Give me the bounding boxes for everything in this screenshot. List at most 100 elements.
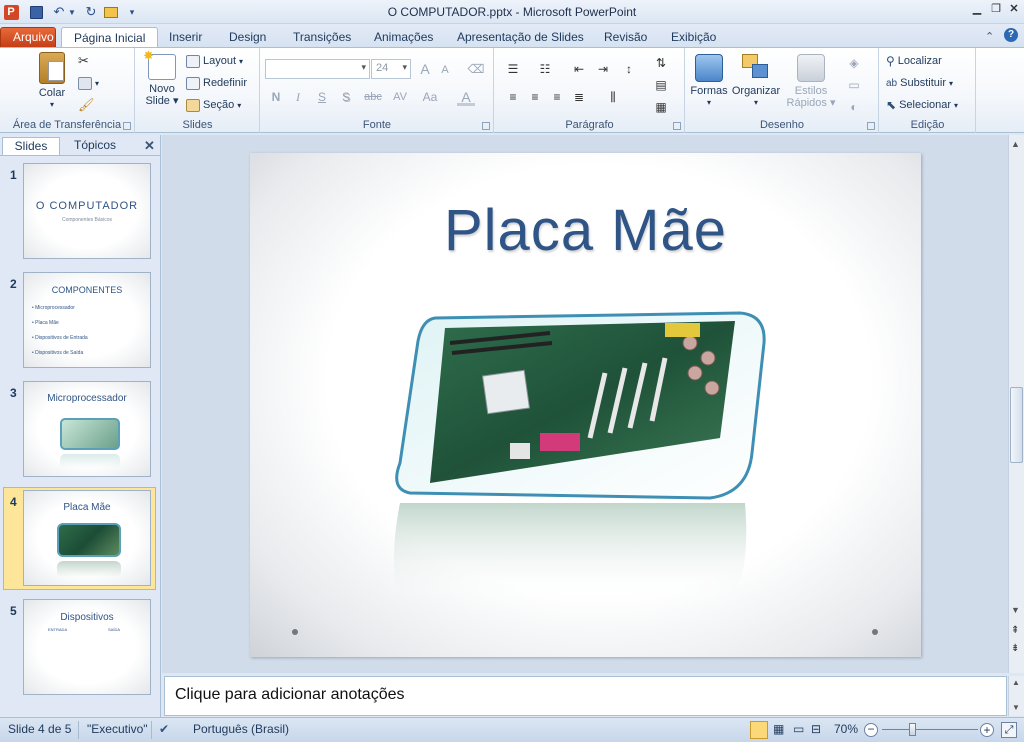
slides-panel: Slides Tópicos ✕ 1 O COMPUTADOR Componen… xyxy=(0,135,161,717)
layout-button[interactable]: Layout ▾ xyxy=(186,52,243,70)
notes-scrollbar[interactable]: ▲ ▼ xyxy=(1008,676,1024,716)
slide-title[interactable]: Placa Mãe xyxy=(250,197,921,264)
minimize-ribbon-icon[interactable]: ⌃ xyxy=(985,30,994,43)
align-text-icon[interactable]: ▤ xyxy=(651,76,671,94)
tab-insert[interactable]: Inserir xyxy=(157,27,214,48)
copy-button[interactable]: ▾ xyxy=(78,74,99,92)
font-name-combo[interactable]: ▾ xyxy=(265,59,370,79)
new-slide-button[interactable]: ✸ Novo Slide ▾ xyxy=(142,49,182,107)
reset-button[interactable]: Redefinir xyxy=(186,74,247,92)
notes-scroll-up-icon[interactable]: ▲ xyxy=(1012,678,1020,687)
format-painter-button[interactable]: 🖌 xyxy=(78,96,95,114)
quick-styles-button[interactable]: Estilos Rápidos ▾ xyxy=(786,54,836,109)
slide-thumbnail-1[interactable]: O COMPUTADOR Componentes Básicos xyxy=(23,163,151,259)
normal-view-icon[interactable] xyxy=(750,721,768,739)
tab-view[interactable]: Exibição xyxy=(659,27,728,48)
minimize-icon[interactable]: ▁ xyxy=(968,2,986,16)
thumb-title: O COMPUTADOR xyxy=(35,200,139,212)
shrink-font-button[interactable]: A xyxy=(436,61,454,79)
slide-thumbnail-4[interactable]: Placa Mãe xyxy=(23,490,151,586)
align-right-icon[interactable]: ≡ xyxy=(547,88,567,106)
next-slide-icon[interactable]: ⇟ xyxy=(1011,643,1019,654)
increase-indent-icon[interactable]: ⇥ xyxy=(593,60,613,78)
slide-sorter-icon[interactable]: ▦ xyxy=(773,722,784,736)
character-spacing-button[interactable]: AV xyxy=(388,88,412,106)
shape-outline-icon[interactable]: ▭ xyxy=(842,76,866,94)
underline-button[interactable]: S xyxy=(313,88,331,106)
tab-file[interactable]: Arquivo xyxy=(0,27,56,48)
tab-design[interactable]: Design xyxy=(217,27,278,48)
scroll-down-icon[interactable]: ▼ xyxy=(1011,605,1020,615)
close-icon[interactable]: ✕ xyxy=(1005,2,1023,16)
notes-scroll-down-icon[interactable]: ▼ xyxy=(1012,703,1020,712)
scroll-thumb[interactable] xyxy=(1010,387,1023,463)
zoom-out-icon[interactable]: − xyxy=(864,723,878,737)
shapes-button[interactable]: Formas ▾ xyxy=(690,54,728,109)
slide-number: 1 xyxy=(10,168,17,182)
numbering-icon[interactable]: ☷ xyxy=(535,60,555,78)
font-size-combo[interactable]: 24 ▾ xyxy=(371,59,411,79)
section-button[interactable]: Seção ▾ xyxy=(186,96,241,114)
select-button[interactable]: ⬉ Selecionar ▾ xyxy=(886,96,958,114)
drawing-launcher-icon[interactable] xyxy=(867,122,875,130)
align-center-icon[interactable]: ≡ xyxy=(525,88,545,106)
current-slide[interactable]: Placa Mãe xyxy=(250,153,921,657)
paste-button[interactable]: Colar ▾ xyxy=(32,52,72,111)
tab-outline-panel[interactable]: Tópicos xyxy=(62,137,128,155)
clear-format-icon[interactable]: ⌫ xyxy=(467,60,485,78)
shape-fill-icon[interactable]: ◈ xyxy=(842,54,866,72)
italic-button[interactable]: I xyxy=(289,88,307,106)
scroll-up-icon[interactable]: ▲ xyxy=(1011,139,1020,149)
paragraph-launcher-icon[interactable] xyxy=(673,122,681,130)
change-case-button[interactable]: Aa xyxy=(418,88,442,106)
zoom-level[interactable]: 70% xyxy=(834,722,858,736)
reading-view-icon[interactable]: ▭ xyxy=(793,722,804,736)
vertical-scrollbar[interactable]: ▲ ▼ ⇞ ⇟ xyxy=(1008,135,1024,673)
shape-effects-icon[interactable]: ◐ xyxy=(842,98,866,116)
clipboard-launcher-icon[interactable] xyxy=(123,122,131,130)
slideshow-view-icon[interactable]: ⊟ xyxy=(811,722,821,736)
replace-button[interactable]: ab Substituir ▾ xyxy=(886,74,953,92)
font-launcher-icon[interactable] xyxy=(482,122,490,130)
arrange-button[interactable]: Organizar ▾ xyxy=(730,54,782,109)
align-left-icon[interactable]: ≡ xyxy=(503,88,523,106)
restore-icon[interactable]: ❐ xyxy=(987,2,1005,16)
columns-icon[interactable]: ⫼ xyxy=(603,88,623,106)
tab-animations[interactable]: Animações xyxy=(362,27,445,48)
zoom-slider-thumb[interactable] xyxy=(909,723,916,736)
tab-home[interactable]: Página Inicial xyxy=(61,27,159,49)
tab-review[interactable]: Revisão xyxy=(592,27,659,48)
find-button[interactable]: ⚲ Localizar xyxy=(886,52,942,70)
notes-pane[interactable]: Clique para adicionar anotações xyxy=(164,676,1007,716)
help-icon[interactable]: ? xyxy=(1004,28,1018,42)
tab-slideshow[interactable]: Apresentação de Slides xyxy=(445,27,596,48)
zoom-slider-track[interactable] xyxy=(882,729,978,730)
io-connector-pink xyxy=(540,433,580,451)
smartart-icon[interactable]: ▦ xyxy=(651,98,671,116)
previous-slide-icon[interactable]: ⇞ xyxy=(1011,625,1019,636)
spelling-check-icon[interactable]: ✔ xyxy=(159,722,169,736)
line-spacing-icon[interactable]: ↕ xyxy=(619,60,639,78)
theme-name[interactable]: "Executivo" xyxy=(87,722,148,736)
shadow-button[interactable]: S xyxy=(337,88,355,106)
cut-button[interactable]: ✂ xyxy=(78,52,89,70)
text-direction-icon[interactable]: ⇅ xyxy=(651,54,671,72)
close-panel-icon[interactable]: ✕ xyxy=(144,138,155,154)
zoom-in-icon[interactable]: + xyxy=(980,723,994,737)
slide-thumbnail-2[interactable]: COMPONENTES • Microprocessador • Placa M… xyxy=(23,272,151,368)
tab-transitions[interactable]: Transições xyxy=(281,27,363,48)
bold-button[interactable]: N xyxy=(267,88,285,106)
motherboard-image[interactable] xyxy=(390,303,780,613)
tab-slides-panel[interactable]: Slides xyxy=(2,137,60,155)
slide-thumbnail-3[interactable]: Microprocessador xyxy=(23,381,151,477)
font-color-button[interactable]: A xyxy=(457,88,475,106)
fit-to-window-icon[interactable]: ⤢ xyxy=(1001,722,1017,738)
bullets-icon[interactable]: ☰ xyxy=(503,60,523,78)
language[interactable]: Português (Brasil) xyxy=(193,722,289,736)
justify-icon[interactable]: ≣ xyxy=(569,88,589,106)
decrease-indent-icon[interactable]: ⇤ xyxy=(569,60,589,78)
grow-font-button[interactable]: A xyxy=(416,60,434,78)
strikethrough-button[interactable]: abc xyxy=(361,88,385,106)
notes-placeholder[interactable]: Clique para adicionar anotações xyxy=(175,686,404,704)
slide-thumbnail-5[interactable]: Dispositivos ENTRADA SAÍDA xyxy=(23,599,151,695)
